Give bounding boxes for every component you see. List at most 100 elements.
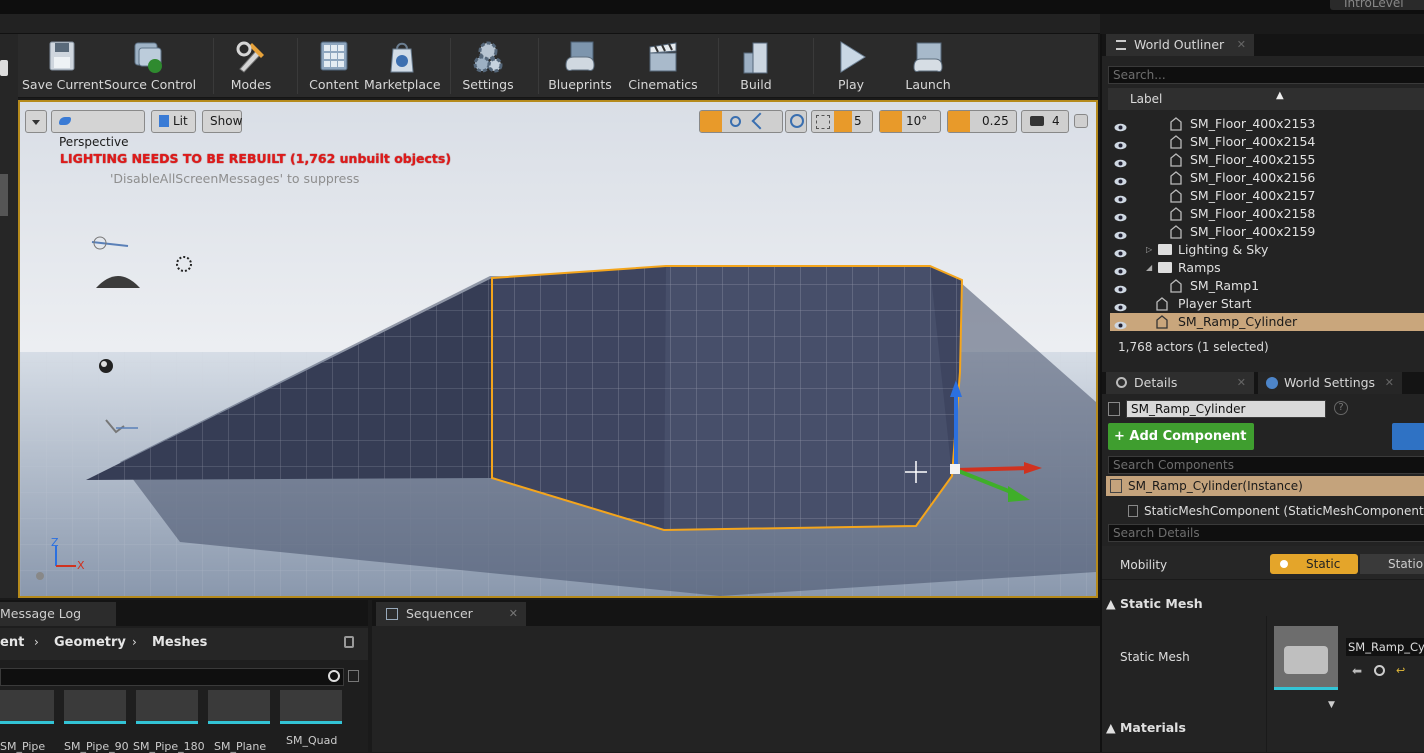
outliner-row[interactable]: SM_Floor_400x2155	[1110, 151, 1424, 169]
source-control-button[interactable]: Source Control	[104, 34, 196, 98]
scale-tool-icon[interactable]	[751, 112, 769, 130]
close-icon[interactable]: ✕	[1385, 372, 1394, 394]
eye-icon[interactable]	[1114, 155, 1127, 168]
mesh-thumbnail[interactable]	[1274, 626, 1338, 690]
mobility-stationary-button[interactable]: Station	[1360, 554, 1424, 574]
mobility-static-button[interactable]: Static	[1270, 554, 1358, 574]
outliner-row[interactable]: SM_Ramp_Cylinder	[1110, 313, 1424, 331]
blueprints-button[interactable]: Blueprints	[546, 34, 614, 98]
mesh-icon	[1170, 207, 1182, 221]
marketplace-button[interactable]: Marketplace	[364, 34, 441, 98]
section-materials[interactable]: ▲ Materials	[1106, 720, 1186, 735]
menu-bar	[0, 14, 1100, 34]
save-current-button[interactable]: Save Current	[22, 34, 104, 98]
outliner-row[interactable]: SM_Floor_400x2159	[1110, 223, 1424, 241]
asset-thumbnail[interactable]	[0, 690, 54, 724]
eye-icon[interactable]	[1114, 299, 1127, 312]
static-mesh-value[interactable]: SM_Ramp_Cylin	[1346, 638, 1424, 656]
outliner-row[interactable]: ◢ Ramps	[1110, 259, 1424, 277]
grid-snap-group[interactable]: 5	[811, 110, 873, 133]
close-icon[interactable]: ✕	[1237, 372, 1246, 394]
asset-thumbnail[interactable]	[280, 690, 342, 724]
content-browser-panel: Message Log ent › Geometry › Meshes SM_P…	[0, 600, 368, 753]
camera-speed-group[interactable]: 4	[1021, 110, 1069, 133]
static-mesh-component-row[interactable]: StaticMeshComponent (StaticMeshComponent…	[1126, 502, 1424, 520]
tab-message-log[interactable]: Message Log	[0, 602, 116, 626]
launch-button[interactable]: Launch	[898, 34, 958, 98]
use-selected-icon[interactable]: ⬅	[1352, 664, 1362, 678]
outliner-row[interactable]: SM_Floor_400x2158	[1110, 205, 1424, 223]
outliner-search-input[interactable]: Search...	[1108, 66, 1424, 84]
world-local-toggle[interactable]	[785, 110, 807, 133]
eye-icon[interactable]	[1114, 191, 1127, 204]
eye-icon[interactable]	[1114, 281, 1127, 294]
lit-mode-button[interactable]: Lit	[151, 110, 196, 133]
expand-arrow-icon[interactable]: ▼	[1328, 700, 1335, 710]
breadcrumb-item[interactable]: ent	[0, 635, 24, 650]
save-search-icon[interactable]	[348, 670, 359, 682]
eye-icon[interactable]	[1114, 173, 1127, 186]
build-button[interactable]: Build	[728, 34, 784, 98]
rotate-tool-icon[interactable]	[730, 116, 741, 127]
content-button[interactable]: Content	[306, 34, 362, 98]
outliner-row[interactable]: SM_Floor_400x2154	[1110, 133, 1424, 151]
play-icon	[840, 41, 866, 73]
close-icon[interactable]: ✕	[1237, 34, 1246, 56]
actor-icon	[1110, 479, 1122, 493]
help-icon[interactable]: ?	[1334, 401, 1348, 415]
outliner-row[interactable]: SM_Ramp1	[1110, 277, 1424, 295]
outliner-row[interactable]: SM_Floor_400x2157	[1110, 187, 1424, 205]
breadcrumb-item[interactable]: Meshes	[152, 635, 207, 650]
scale-snap-group[interactable]: 0.25	[947, 110, 1017, 133]
modes-button[interactable]: Modes	[222, 34, 280, 98]
add-component-button[interactable]: + Add Component ▼	[1108, 423, 1254, 470]
viewport-options-button[interactable]	[25, 110, 47, 133]
blueprint-button[interactable]	[1392, 423, 1424, 450]
asset-thumbnail[interactable]	[64, 690, 126, 724]
outliner-row-label: SM_Floor_400x2157	[1190, 188, 1316, 203]
rotation-snap-group[interactable]: 10°	[879, 110, 941, 133]
close-icon[interactable]: ✕	[509, 602, 518, 626]
expand-arrow-icon[interactable]: ▷	[1146, 241, 1152, 259]
lock-icon[interactable]	[344, 636, 354, 648]
eye-icon[interactable]	[1114, 317, 1127, 330]
level-viewport[interactable]: Z X Perspective Lit Show 5 10° 0.25 4 LI…	[18, 100, 1098, 598]
outliner-row[interactable]: SM_Floor_400x2153	[1110, 115, 1424, 133]
tab-sequencer[interactable]: Sequencer ✕	[376, 602, 526, 626]
cinematics-button[interactable]: Cinematics	[626, 34, 700, 98]
tab-world-settings[interactable]: World Settings ✕	[1258, 372, 1402, 394]
search-details-input[interactable]: Search Details	[1108, 524, 1424, 542]
eye-icon[interactable]	[1114, 263, 1127, 276]
eye-icon[interactable]	[1114, 227, 1127, 240]
browse-icon[interactable]	[1374, 665, 1385, 676]
maximize-viewport-icon[interactable]	[1074, 114, 1088, 128]
show-button[interactable]: Show	[202, 110, 242, 133]
outliner-row[interactable]: Player Start	[1110, 295, 1424, 313]
reset-icon[interactable]: ↩	[1396, 664, 1405, 677]
actor-name-input[interactable]: SM_Ramp_Cylinder	[1126, 400, 1326, 418]
asset-thumbnail[interactable]	[136, 690, 198, 724]
outliner-row[interactable]: SM_Floor_400x2156	[1110, 169, 1424, 187]
tab-world-outliner[interactable]: World Outliner ✕	[1106, 34, 1254, 56]
tab-details[interactable]: Details ✕	[1106, 372, 1254, 394]
outliner-row[interactable]: ▷ Lighting & Sky	[1110, 241, 1424, 259]
breadcrumb-item[interactable]: Geometry	[54, 635, 126, 650]
eye-icon[interactable]	[1114, 137, 1127, 150]
outliner-header[interactable]: Label ▲	[1108, 88, 1424, 110]
collapse-arrow-icon[interactable]: ◢	[1146, 259, 1152, 277]
settings-button[interactable]: Settings	[460, 34, 516, 98]
perspective-button[interactable]: Perspective	[51, 110, 145, 149]
eye-icon[interactable]	[1114, 245, 1127, 258]
search-components-input[interactable]: Search Components	[1108, 456, 1424, 474]
asset-thumbnail[interactable]	[208, 690, 270, 724]
component-instance-row[interactable]: SM_Ramp_Cylinder(Instance)	[1106, 476, 1424, 496]
reflection-sphere-icon	[99, 359, 113, 373]
section-static-mesh[interactable]: ▲ Static Mesh	[1106, 596, 1203, 611]
scrollbar-thumb[interactable]	[0, 174, 8, 216]
eye-icon[interactable]	[1114, 209, 1127, 222]
eye-icon[interactable]	[1114, 119, 1127, 132]
translate-tool-icon[interactable]	[700, 111, 722, 132]
collapsed-tab[interactable]	[0, 60, 8, 76]
play-button[interactable]: Play	[824, 34, 878, 98]
asset-search-input[interactable]	[0, 668, 344, 686]
